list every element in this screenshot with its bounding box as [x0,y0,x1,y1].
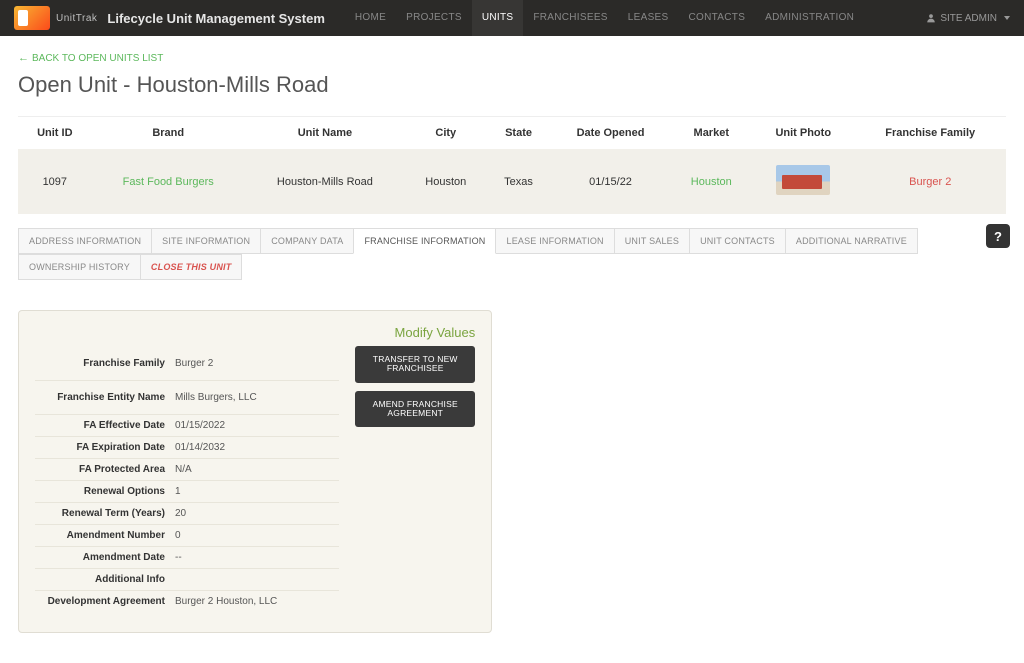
chevron-down-icon [1004,16,1010,20]
detail-row: Renewal Options1 [35,480,339,502]
unit-photo-thumb[interactable] [776,165,830,195]
back-link[interactable]: BACK TO OPEN UNITS LIST [18,52,163,64]
brand-link[interactable]: Fast Food Burgers [123,176,214,188]
franchise-family-link[interactable]: Burger 2 [909,176,951,188]
detail-label: Franchise Entity Name [35,392,175,403]
detail-row: Franchise FamilyBurger 2 [35,346,339,380]
detail-value: N/A [175,464,339,475]
cell-unit-id: 1097 [18,149,92,214]
nav-leases[interactable]: LEASES [618,0,679,36]
detail-value: 1 [175,486,339,497]
cell-franchise-family: Burger 2 [854,149,1006,214]
detail-row: Amendment Number0 [35,524,339,546]
page-title: Open Unit - Houston-Mills Road [18,72,1006,98]
detail-label: Renewal Options [35,486,175,497]
tab-lease-information[interactable]: LEASE INFORMATION [495,228,614,254]
detail-value: Burger 2 Houston, LLC [175,596,339,607]
nav-projects[interactable]: PROJECTS [396,0,472,36]
col-header: Unit ID [18,117,92,149]
logo-text: UnitTrak [56,13,97,24]
tab-address-information[interactable]: ADDRESS INFORMATION [18,228,152,254]
franchise-info-panel: Modify Values Franchise FamilyBurger 2Fr… [18,310,492,633]
tab-close-this-unit[interactable]: CLOSE THIS UNIT [140,254,243,280]
detail-value: Mills Burgers, LLC [175,392,339,403]
app-title: Lifecycle Unit Management System [107,11,324,26]
user-menu[interactable]: SITE ADMIN [926,13,1010,24]
amend-button[interactable]: AMEND FRANCHISE AGREEMENT [355,391,475,428]
user-label: SITE ADMIN [940,13,997,24]
cell-date-opened: 01/15/22 [551,149,671,214]
detail-value: 20 [175,508,339,519]
col-header: Market [671,117,753,149]
col-header: Unit Photo [752,117,854,149]
detail-row: Additional Info [35,568,339,590]
cell-market: Houston [671,149,753,214]
tab-site-information[interactable]: SITE INFORMATION [151,228,261,254]
tab-ownership-history[interactable]: OWNERSHIP HISTORY [18,254,141,280]
logo-icon [14,6,50,30]
col-header: Brand [92,117,245,149]
nav-administration[interactable]: ADMINISTRATION [755,0,864,36]
unit-summary-table: Unit IDBrandUnit NameCityStateDate Opene… [18,117,1006,214]
modify-values-link[interactable]: Modify Values [395,325,476,340]
nav-home[interactable]: HOME [345,0,396,36]
detail-label: Renewal Term (Years) [35,508,175,519]
panel-actions: TRANSFER TO NEW FRANCHISEE AMEND FRANCHI… [355,346,475,427]
logo[interactable]: UnitTrak [14,6,97,30]
nav-contacts[interactable]: CONTACTS [679,0,756,36]
tab-franchise-information[interactable]: FRANCHISE INFORMATION [353,228,496,254]
tab-company-data[interactable]: COMPANY DATA [260,228,354,254]
user-icon [926,13,936,23]
detail-value: Burger 2 [175,358,339,369]
nav-items: HOMEPROJECTSUNITSFRANCHISEESLEASESCONTAC… [345,0,926,36]
detail-label: FA Expiration Date [35,442,175,453]
top-navbar: UnitTrak Lifecycle Unit Management Syste… [0,0,1024,36]
cell-state: Texas [487,149,551,214]
detail-label: Amendment Date [35,552,175,563]
detail-label: Additional Info [35,574,175,585]
detail-label: Amendment Number [35,530,175,541]
tab-additional-narrative[interactable]: ADDITIONAL NARRATIVE [785,228,918,254]
detail-value: -- [175,552,339,563]
col-header: Franchise Family [854,117,1006,149]
detail-value: 01/15/2022 [175,420,339,431]
detail-label: Development Agreement [35,596,175,607]
cell-unit-photo [752,149,854,214]
detail-label: Franchise Family [35,358,175,369]
help-button[interactable]: ? [986,224,1010,248]
cell-unit-name: Houston-Mills Road [245,149,405,214]
nav-franchisees[interactable]: FRANCHISEES [523,0,617,36]
col-header: State [487,117,551,149]
detail-row: FA Protected AreaN/A [35,458,339,480]
tab-unit-sales[interactable]: UNIT SALES [614,228,690,254]
tab-strip: ADDRESS INFORMATIONSITE INFORMATIONCOMPA… [18,228,1006,280]
detail-label: FA Effective Date [35,420,175,431]
back-link-label: BACK TO OPEN UNITS LIST [32,53,163,64]
detail-row: Franchise Entity NameMills Burgers, LLC [35,380,339,414]
detail-value: 0 [175,530,339,541]
nav-units[interactable]: UNITS [472,0,524,36]
col-header: City [405,117,487,149]
detail-value: 01/14/2032 [175,442,339,453]
cell-city: Houston [405,149,487,214]
transfer-button[interactable]: TRANSFER TO NEW FRANCHISEE [355,346,475,383]
detail-list: Franchise FamilyBurger 2Franchise Entity… [35,346,339,612]
detail-label: FA Protected Area [35,464,175,475]
tab-unit-contacts[interactable]: UNIT CONTACTS [689,228,786,254]
detail-row: FA Expiration Date01/14/2032 [35,436,339,458]
detail-row: Development AgreementBurger 2 Houston, L… [35,590,339,612]
detail-row: Amendment Date-- [35,546,339,568]
table-row: 1097 Fast Food Burgers Houston-Mills Roa… [18,149,1006,214]
detail-row: FA Effective Date01/15/2022 [35,414,339,436]
market-link[interactable]: Houston [691,176,732,188]
col-header: Unit Name [245,117,405,149]
cell-brand: Fast Food Burgers [92,149,245,214]
col-header: Date Opened [551,117,671,149]
